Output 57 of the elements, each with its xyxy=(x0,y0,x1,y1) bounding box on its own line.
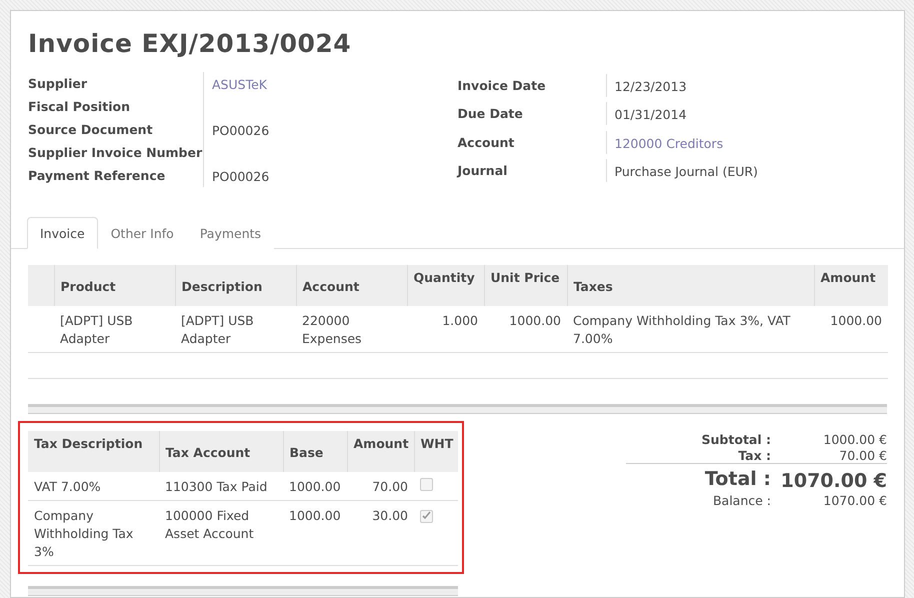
total-value: 1070.00 € xyxy=(780,469,887,492)
total-label: Total : xyxy=(704,468,771,492)
table-cell: [ADPT] USB Adapter xyxy=(181,313,254,346)
column-header: WHT xyxy=(420,436,454,451)
total-label: Tax : xyxy=(737,448,771,463)
table-cell: 1000.00 xyxy=(509,313,561,328)
checkbox[interactable] xyxy=(420,510,433,523)
field-value: Purchase Journal (EUR) xyxy=(614,164,758,179)
total-label: Balance : xyxy=(712,493,771,508)
column-header: Taxes xyxy=(574,279,613,294)
column-header: Account xyxy=(302,279,360,294)
table-cell: Company Withholding Tax 3% xyxy=(34,508,134,559)
field-label: Due Date xyxy=(458,105,524,124)
table-cell: VAT 7.00% xyxy=(34,479,101,494)
tab[interactable]: Other Info xyxy=(98,217,187,249)
column-header: Quantity xyxy=(414,270,475,285)
column-header: Amount xyxy=(354,436,409,451)
column-header: Product xyxy=(60,279,116,294)
total-label: Subtotal : xyxy=(700,432,771,447)
checkbox[interactable] xyxy=(420,478,433,491)
column-header: Amount xyxy=(820,270,876,285)
field-value: 12/23/2013 xyxy=(614,79,687,94)
check-icon xyxy=(422,511,431,520)
field-value: PO00026 xyxy=(212,169,270,184)
field-label: Payment Reference xyxy=(28,167,166,185)
table-cell: 70.00 xyxy=(372,479,408,494)
table-cell: 1000.00 xyxy=(830,313,882,328)
field-value: 01/31/2014 xyxy=(614,107,687,122)
field-label: Supplier Invoice Number xyxy=(28,144,203,162)
table-cell: 110300 Tax Paid xyxy=(165,479,268,494)
table-cell: 220000 Expenses xyxy=(302,313,362,346)
tab[interactable]: Invoice xyxy=(27,217,98,249)
table-cell: 30.00 xyxy=(372,508,408,523)
field-label: Invoice Date xyxy=(458,77,547,95)
table-cell: Company Withholding Tax 3%, VAT 7.00% xyxy=(573,313,790,346)
table-cell: 100000 Fixed Asset Account xyxy=(165,508,254,541)
column-header: Tax Description xyxy=(34,436,143,451)
total-value: 1070.00 € xyxy=(822,493,887,508)
total-value: 70.00 € xyxy=(838,448,887,463)
field-link[interactable]: ASUSTeK xyxy=(212,77,267,92)
field-label: Supplier xyxy=(28,75,88,93)
table-cell: 1.000 xyxy=(442,313,478,328)
field-label: Fiscal Position xyxy=(28,98,131,116)
field-label: Journal xyxy=(458,162,508,180)
total-value: 1000.00 € xyxy=(822,432,887,447)
field-label: Source Document xyxy=(28,121,154,139)
table-cell: 1000.00 xyxy=(289,508,341,523)
column-header: Unit Price xyxy=(490,270,560,285)
field-value: PO00026 xyxy=(212,123,270,138)
column-header: Description xyxy=(182,279,262,294)
field-link[interactable]: 120000 Creditors xyxy=(614,136,724,150)
invoice-title: Invoice EXJ/2013/0024 xyxy=(28,29,352,58)
column-header: Base xyxy=(290,445,324,460)
table-cell: 1000.00 xyxy=(289,479,341,494)
column-header: Tax Account xyxy=(166,445,250,460)
field-label: Account xyxy=(458,134,516,152)
table-cell: [ADPT] USB Adapter xyxy=(60,313,133,346)
